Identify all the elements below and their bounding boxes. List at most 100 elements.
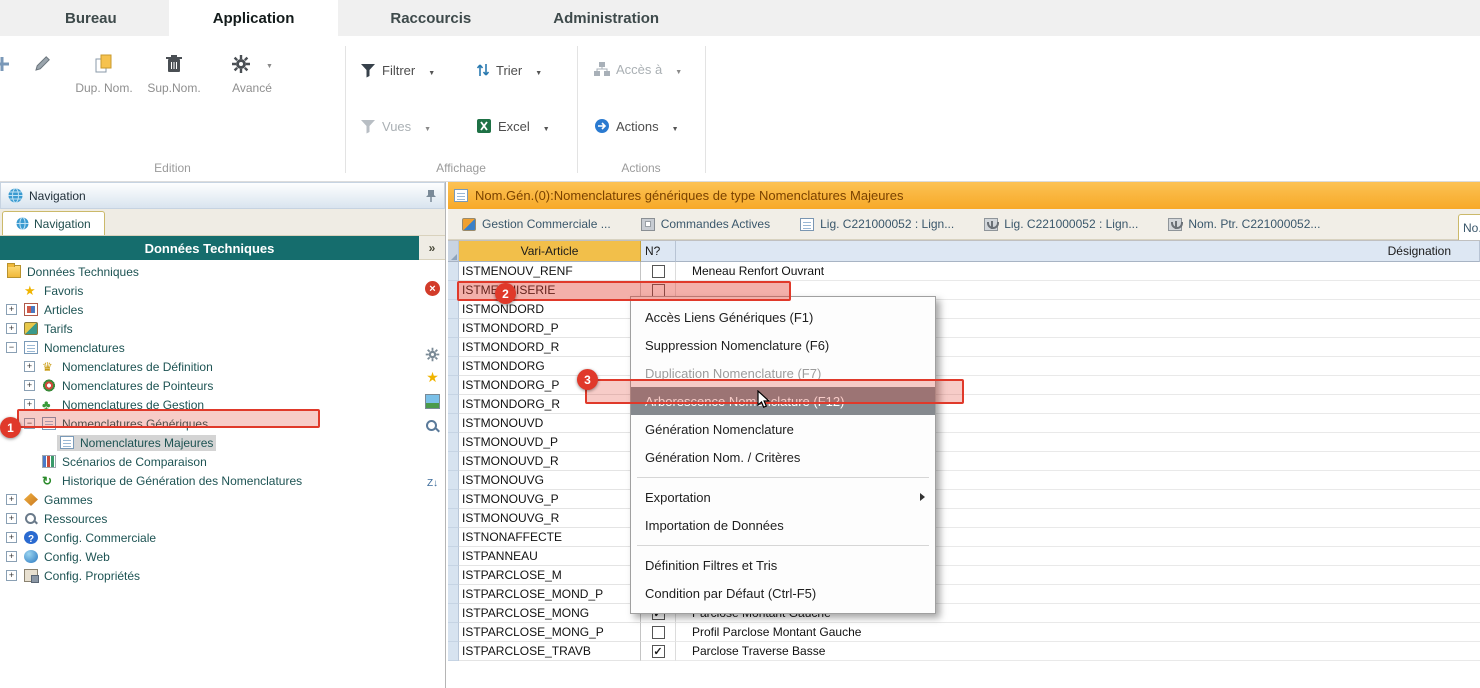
row-selector[interactable] [448, 319, 459, 338]
document-tab-active[interactable]: No... [1458, 214, 1480, 240]
context-menu-item[interactable]: Suppression Nomenclature (F6) [631, 331, 935, 359]
row-selector[interactable] [448, 357, 459, 376]
checkbox[interactable] [652, 645, 665, 658]
views-button[interactable]: Vues [360, 118, 431, 134]
tree-item[interactable]: Articles [0, 300, 419, 319]
document-tab[interactable]: Commandes Actives [641, 217, 770, 231]
document-tab[interactable]: Gestion Commerciale ... [462, 217, 611, 231]
column-header-n[interactable]: N? [641, 241, 676, 262]
context-menu-item[interactable]: Importation de Données [631, 511, 935, 539]
row-selector[interactable] [448, 528, 459, 547]
column-header-vari-article[interactable]: Vari-Article [459, 241, 641, 262]
tree-item[interactable]: Config. Propriétés [0, 566, 419, 585]
ribbon-tab[interactable]: Bureau [35, 0, 147, 36]
ribbon-tab[interactable]: Administration [523, 0, 689, 36]
context-menu-item[interactable]: Accès Liens Génériques (F1) [631, 303, 935, 331]
tree-expander-icon[interactable] [24, 380, 35, 391]
magnifier-icon[interactable] [425, 419, 440, 434]
row-selector[interactable] [448, 262, 459, 281]
tree-expander-icon[interactable] [6, 551, 17, 562]
document-tab[interactable]: Lig. C221000052 : Lign... [984, 217, 1138, 231]
context-menu-item[interactable]: Condition par Défaut (Ctrl-F5) [631, 579, 935, 607]
row-selector[interactable] [448, 414, 459, 433]
collapse-panel-button[interactable]: » [419, 236, 445, 260]
gear-icon[interactable] [425, 347, 440, 362]
table-row[interactable]: ISTMONOUVD_P [448, 433, 1480, 452]
tree-item[interactable]: Tarifs [0, 319, 419, 338]
document-tab[interactable]: Lig. C221000052 : Lign... [800, 217, 954, 231]
tree-item[interactable]: Nomenclatures [0, 338, 419, 357]
tree-item[interactable]: Historique de Génération des Nomenclatur… [0, 471, 419, 490]
sort-icon[interactable] [425, 477, 440, 492]
table-row[interactable]: ISTMONOUVD [448, 414, 1480, 433]
tree-expander-icon[interactable] [6, 570, 17, 581]
delete-nomenclature-button[interactable]: Sup.Nom. [142, 52, 206, 95]
row-selector[interactable] [448, 300, 459, 319]
row-selector[interactable] [448, 471, 459, 490]
tree-item[interactable]: Données Techniques [0, 262, 419, 281]
context-menu-item[interactable]: Exportation [631, 483, 935, 511]
sort-button[interactable]: Trier [476, 62, 542, 78]
checkbox[interactable] [652, 626, 665, 639]
row-selector[interactable] [448, 395, 459, 414]
ribbon-tab[interactable]: Raccourcis [360, 0, 501, 36]
tree-item[interactable]: Gammes [0, 490, 419, 509]
close-icon[interactable] [425, 281, 440, 296]
pin-icon[interactable] [425, 189, 437, 203]
row-selector[interactable] [448, 547, 459, 566]
context-menu-item[interactable]: Génération Nomenclature [631, 415, 935, 443]
column-header-designation[interactable]: Désignation [676, 241, 1480, 262]
row-selector[interactable] [448, 376, 459, 395]
select-all-corner[interactable] [448, 241, 459, 262]
table-row[interactable]: ISTMENOUV_RENF Meneau Renfort Ouvrant [448, 262, 1480, 281]
actions-button[interactable]: Actions [594, 118, 679, 134]
row-selector[interactable] [448, 566, 459, 585]
row-selector[interactable] [448, 490, 459, 509]
row-selector[interactable] [448, 604, 459, 623]
tree-item[interactable]: Favoris [0, 281, 419, 300]
access-to-button[interactable]: Accès à [594, 62, 682, 77]
tab-navigation[interactable]: Navigation [2, 211, 105, 235]
tree-expander-icon[interactable] [6, 532, 17, 543]
table-row[interactable]: ISTMONOUVG_P [448, 490, 1480, 509]
duplicate-nomenclature-button[interactable]: Dup. Nom. [68, 52, 140, 95]
tree-item[interactable]: Config. Web [0, 547, 419, 566]
row-selector[interactable] [448, 433, 459, 452]
table-row[interactable]: ISTPARCLOSE_M [448, 566, 1480, 585]
table-row[interactable]: ISTPARCLOSE_MONG_P Profil Parclose Monta… [448, 623, 1480, 642]
tree-item[interactable]: Scénarios de Comparaison [0, 452, 419, 471]
context-menu-item[interactable]: Définition Filtres et Tris [631, 551, 935, 579]
table-row[interactable]: ISTPARCLOSE_MOND_P Profil Parclose Monta… [448, 585, 1480, 604]
advanced-button[interactable]: Avancé [210, 52, 294, 95]
checkbox[interactable] [652, 265, 665, 278]
tree-expander-icon[interactable] [6, 342, 17, 353]
tree-item[interactable]: Nomenclatures de Pointeurs [0, 376, 419, 395]
table-row[interactable]: ISTMONDORD [448, 300, 1480, 319]
table-row[interactable]: ISTNONAFFECTE [448, 528, 1480, 547]
tree-expander-icon[interactable] [24, 361, 35, 372]
tree-item[interactable]: Nomenclatures Majeures [0, 433, 419, 452]
tree-item[interactable]: Nomenclatures de Définition [0, 357, 419, 376]
filter-button[interactable]: Filtrer [360, 62, 435, 78]
ribbon-tab[interactable]: Application [169, 0, 339, 36]
add-button[interactable] [0, 56, 10, 72]
row-selector[interactable] [448, 509, 459, 528]
context-menu-item[interactable]: Génération Nom. / Critères [631, 443, 935, 471]
document-tab[interactable]: Nom. Ptr. C221000052... [1168, 217, 1320, 231]
tree-expander-icon[interactable] [6, 304, 17, 315]
edit-button[interactable] [34, 54, 52, 72]
tree-expander-icon[interactable] [6, 494, 17, 505]
tree-item[interactable]: Ressources [0, 509, 419, 528]
tree-expander-icon[interactable] [6, 323, 17, 334]
row-selector[interactable] [448, 623, 459, 642]
table-row[interactable]: ISTMONOUVG_R [448, 509, 1480, 528]
table-row[interactable]: ISTMONDORG [448, 357, 1480, 376]
tree-item[interactable]: Config. Commerciale [0, 528, 419, 547]
table-row[interactable]: ISTMONOUVG [448, 471, 1480, 490]
row-selector[interactable] [448, 338, 459, 357]
excel-export-button[interactable]: Excel [476, 118, 550, 134]
table-row[interactable]: ISTPARCLOSE_MONG Parclose Montant Gauche [448, 604, 1480, 623]
table-row[interactable]: ISTPANNEAU [448, 547, 1480, 566]
star-icon[interactable] [425, 370, 440, 385]
table-row[interactable]: ISTMONOUVD_R [448, 452, 1480, 471]
